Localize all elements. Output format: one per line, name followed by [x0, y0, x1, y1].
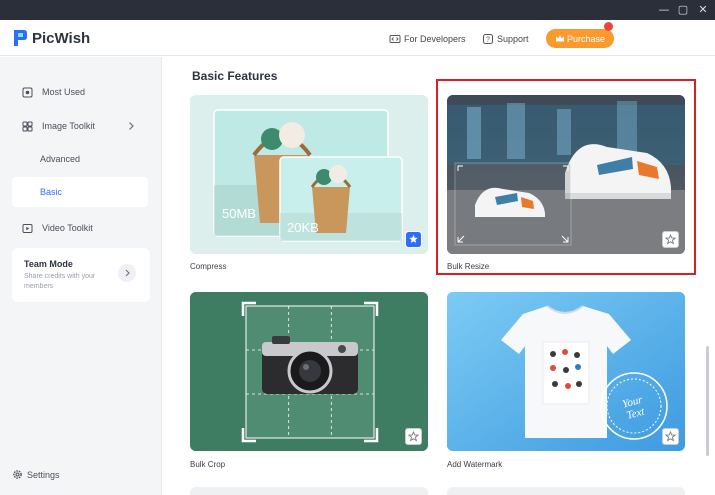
window-titlebar: — ▢ ✕ [0, 0, 715, 20]
for-developers-link[interactable]: For Developers [389, 32, 466, 46]
sidebar-item-video-toolkit[interactable]: Video Toolkit [12, 214, 93, 242]
maximize-icon[interactable]: ▢ [676, 3, 690, 17]
sidebar: Most Used Image Toolkit Advanced Basic V… [0, 57, 162, 495]
team-mode-description: Share credits with your members [24, 273, 96, 290]
support-link[interactable]: ? Support [482, 32, 529, 46]
sidebar-item-image-toolkit[interactable]: Image Toolkit [12, 112, 95, 140]
feature-card-bulk-crop[interactable] [190, 292, 428, 451]
star-outline-icon [408, 431, 419, 442]
main-scrollbar[interactable] [706, 346, 709, 456]
favorite-button[interactable] [662, 428, 679, 445]
feature-card-label: Compress [190, 262, 227, 271]
developers-icon [389, 35, 401, 43]
team-mode-title: Team Mode [24, 259, 73, 269]
sidebar-item-label: Most Used [42, 87, 86, 97]
compressed-size-badge: 20KB [287, 220, 319, 235]
settings-label: Settings [27, 469, 60, 480]
star-filled-icon [406, 232, 421, 247]
app-header: PicWish For Developers ? Support Purchas… [0, 20, 715, 56]
add-watermark-preview-image [447, 292, 685, 451]
most-used-icon [22, 87, 33, 97]
sidebar-item-label: Image Toolkit [42, 121, 95, 131]
purchase-button[interactable]: Purchase [546, 29, 614, 48]
sidebar-item-basic[interactable]: Basic [12, 177, 148, 207]
feature-card-add-watermark[interactable]: Your Text [447, 292, 685, 451]
feature-card-compress[interactable]: 50MB 20KB [190, 95, 428, 254]
sidebar-item-label: Advanced [40, 154, 81, 164]
bulk-crop-preview-image [190, 292, 428, 451]
sidebar-item-most-used[interactable]: Most Used [12, 78, 85, 106]
sidebar-item-label: Video Toolkit [42, 223, 93, 233]
feature-card-partial[interactable] [190, 487, 428, 495]
feature-card-label: Bulk Crop [190, 460, 226, 469]
favorite-button[interactable] [405, 231, 422, 248]
settings-button[interactable]: Settings [12, 469, 60, 480]
section-title: Basic Features [192, 69, 278, 83]
favorite-button[interactable] [405, 428, 422, 445]
video-toolkit-icon [22, 223, 33, 233]
original-size-badge: 50MB [222, 206, 256, 221]
gear-icon [13, 470, 22, 479]
support-label: Support [497, 34, 529, 44]
app-brand-name: PicWish [32, 30, 91, 47]
purchase-label: Purchase [566, 33, 606, 44]
chevron-right-icon [125, 269, 130, 277]
for-developers-label: For Developers [404, 34, 466, 44]
highlight-selection-box [436, 79, 696, 275]
feature-card-label: Add Watermark [447, 460, 503, 469]
picwish-logo-icon [14, 30, 27, 46]
team-mode-card[interactable]: Team Mode Share credits with your member… [12, 248, 150, 302]
image-toolkit-icon [22, 121, 33, 131]
chevron-right-icon[interactable] [126, 121, 136, 131]
star-outline-icon [665, 431, 676, 442]
support-icon: ? [483, 34, 493, 44]
feature-card-partial[interactable] [447, 487, 685, 495]
purchase-notification-dot [604, 22, 613, 31]
main-content: Basic Features 50MB 20KB Compress Bulk R… [163, 57, 715, 495]
sidebar-item-advanced[interactable]: Advanced [12, 144, 148, 174]
close-icon[interactable]: ✕ [696, 3, 710, 17]
team-mode-arrow-button[interactable] [118, 264, 136, 282]
minimize-icon[interactable]: — [657, 3, 671, 17]
sidebar-item-label: Basic [40, 187, 63, 197]
crown-icon [555, 35, 564, 42]
svg-text:?: ? [486, 37, 490, 44]
